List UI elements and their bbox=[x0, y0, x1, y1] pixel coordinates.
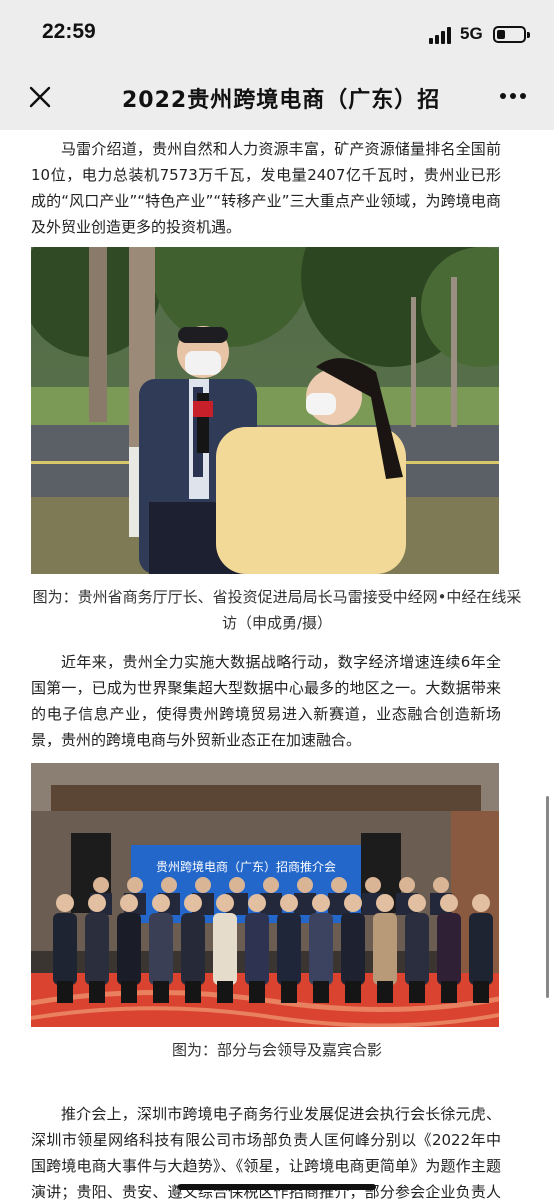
battery-icon bbox=[493, 26, 530, 43]
group-person bbox=[309, 913, 333, 985]
article-photo-group: 贵州跨境电商（广东）招商推介会 bbox=[31, 763, 499, 1027]
close-icon bbox=[29, 86, 51, 108]
group-person bbox=[277, 913, 301, 985]
home-indicator[interactable] bbox=[178, 1184, 376, 1190]
scrollbar-thumb[interactable] bbox=[546, 796, 549, 998]
group-person bbox=[181, 913, 205, 985]
more-button[interactable] bbox=[498, 92, 530, 102]
article-body[interactable]: 马雷介绍道，贵州自然和人力资源丰富，矿产资源储量排名全国前10位，电力总装机75… bbox=[0, 130, 554, 1200]
group-person bbox=[149, 913, 173, 985]
group-person bbox=[373, 913, 397, 985]
article-paragraph-1: 马雷介绍道，贵州自然和人力资源丰富，矿产资源储量排名全国前10位，电力总装机75… bbox=[31, 140, 501, 236]
photo-caption-group: 图为：部分与会领导及嘉宾合影 bbox=[171, 1041, 382, 1059]
group-person bbox=[341, 913, 365, 985]
group-photo-banner-text: 贵州跨境电商（广东）招商推介会 bbox=[156, 859, 336, 874]
page-title: 2022贵州跨境电商（广东）招 bbox=[122, 88, 441, 113]
status-bar: 22:59 5G bbox=[0, 0, 554, 64]
nav-bar: 2022贵州跨境电商（广东）招 bbox=[0, 64, 554, 130]
network-type: 5G bbox=[460, 24, 483, 43]
more-dots-icon bbox=[500, 93, 506, 99]
article-photo-interview bbox=[31, 247, 499, 574]
group-person bbox=[213, 913, 237, 985]
group-person bbox=[85, 913, 109, 985]
photo-caption-interview: 图为：贵州省商务厅厅长、省投资促进局局长马雷接受中经网•中经在线采访（申成勇/摄… bbox=[32, 588, 522, 632]
group-person bbox=[437, 913, 461, 985]
group-person bbox=[469, 913, 493, 985]
close-button[interactable] bbox=[26, 83, 54, 111]
cellular-signal-icon bbox=[429, 26, 455, 44]
interview-photo-image bbox=[31, 247, 499, 574]
group-person bbox=[53, 913, 77, 985]
group-person bbox=[245, 913, 269, 985]
group-person bbox=[117, 913, 141, 985]
article-paragraph-2: 近年来，贵州全力实施大数据战略行动，数字经济增速连续6年全国第一，已成为世界聚集… bbox=[31, 653, 501, 749]
group-person bbox=[405, 913, 429, 985]
status-time: 22:59 bbox=[42, 20, 96, 43]
group-photo-image: 贵州跨境电商（广东）招商推介会 bbox=[31, 763, 499, 1027]
